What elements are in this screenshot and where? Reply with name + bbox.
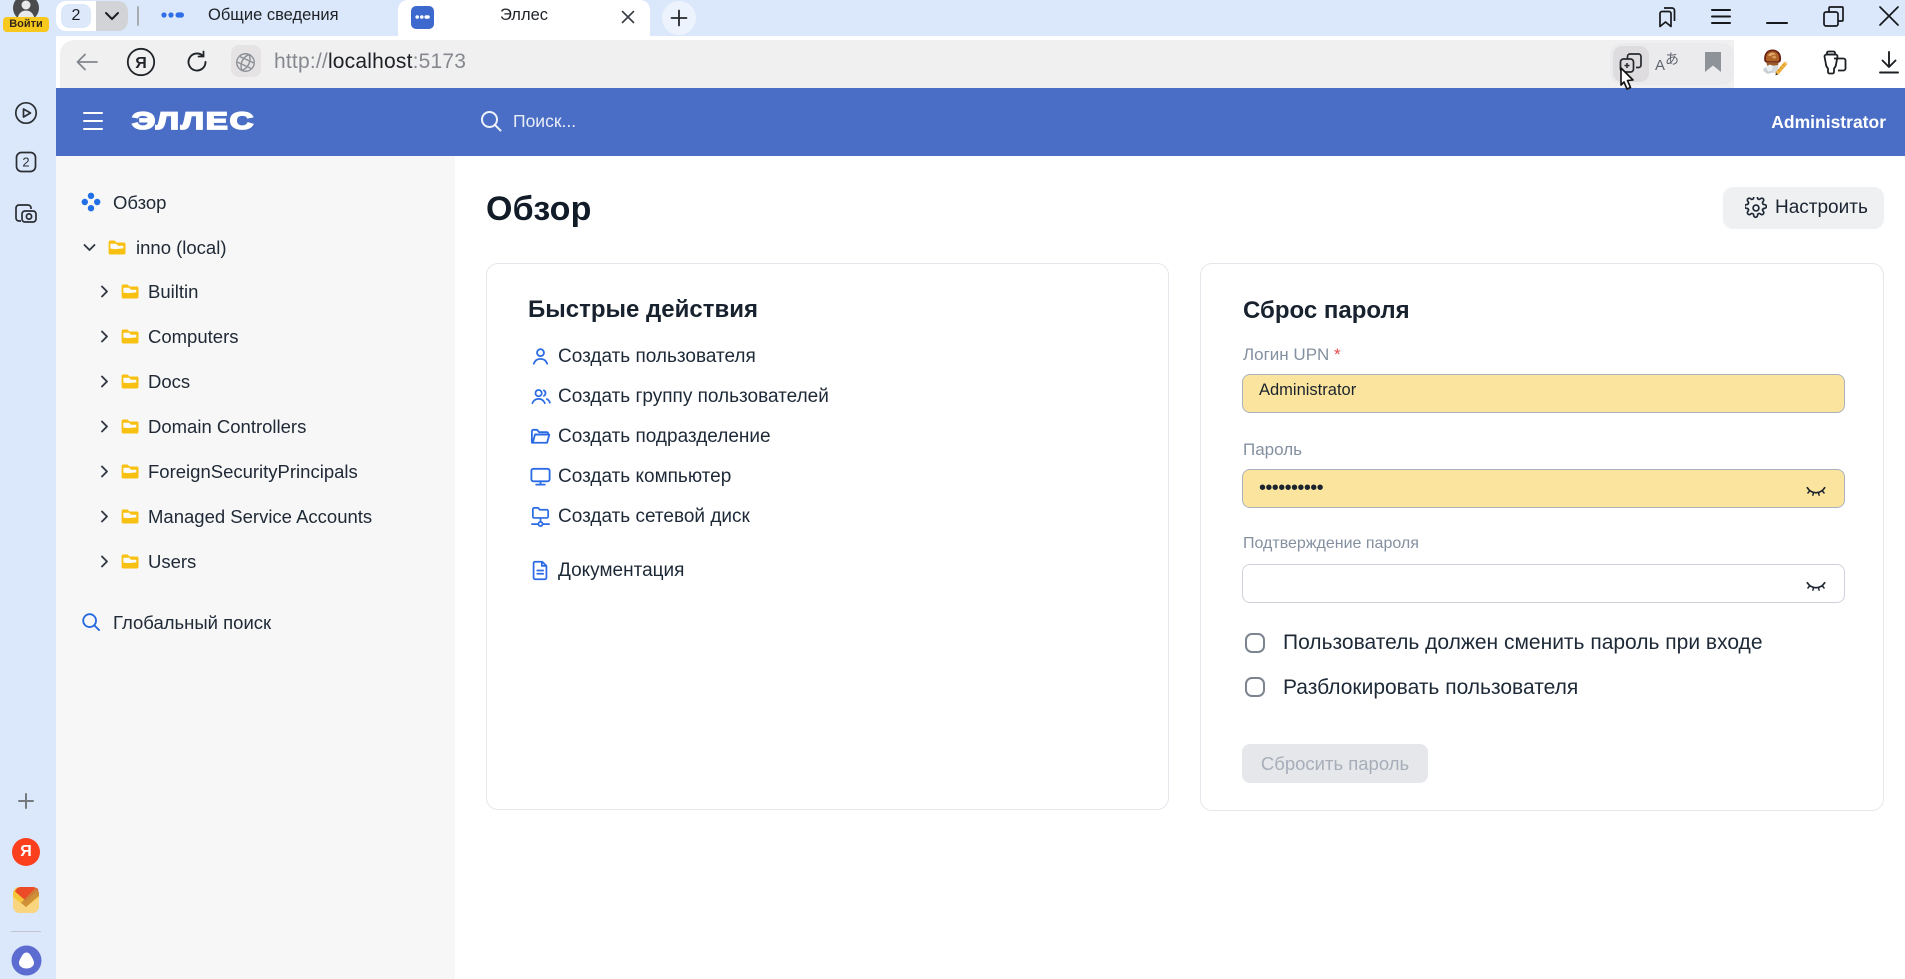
svg-text:2: 2 [22,155,29,170]
svg-text:あ: あ [1665,51,1679,67]
svg-text:Я: Я [135,55,147,72]
svg-text:A: A [1655,57,1665,74]
